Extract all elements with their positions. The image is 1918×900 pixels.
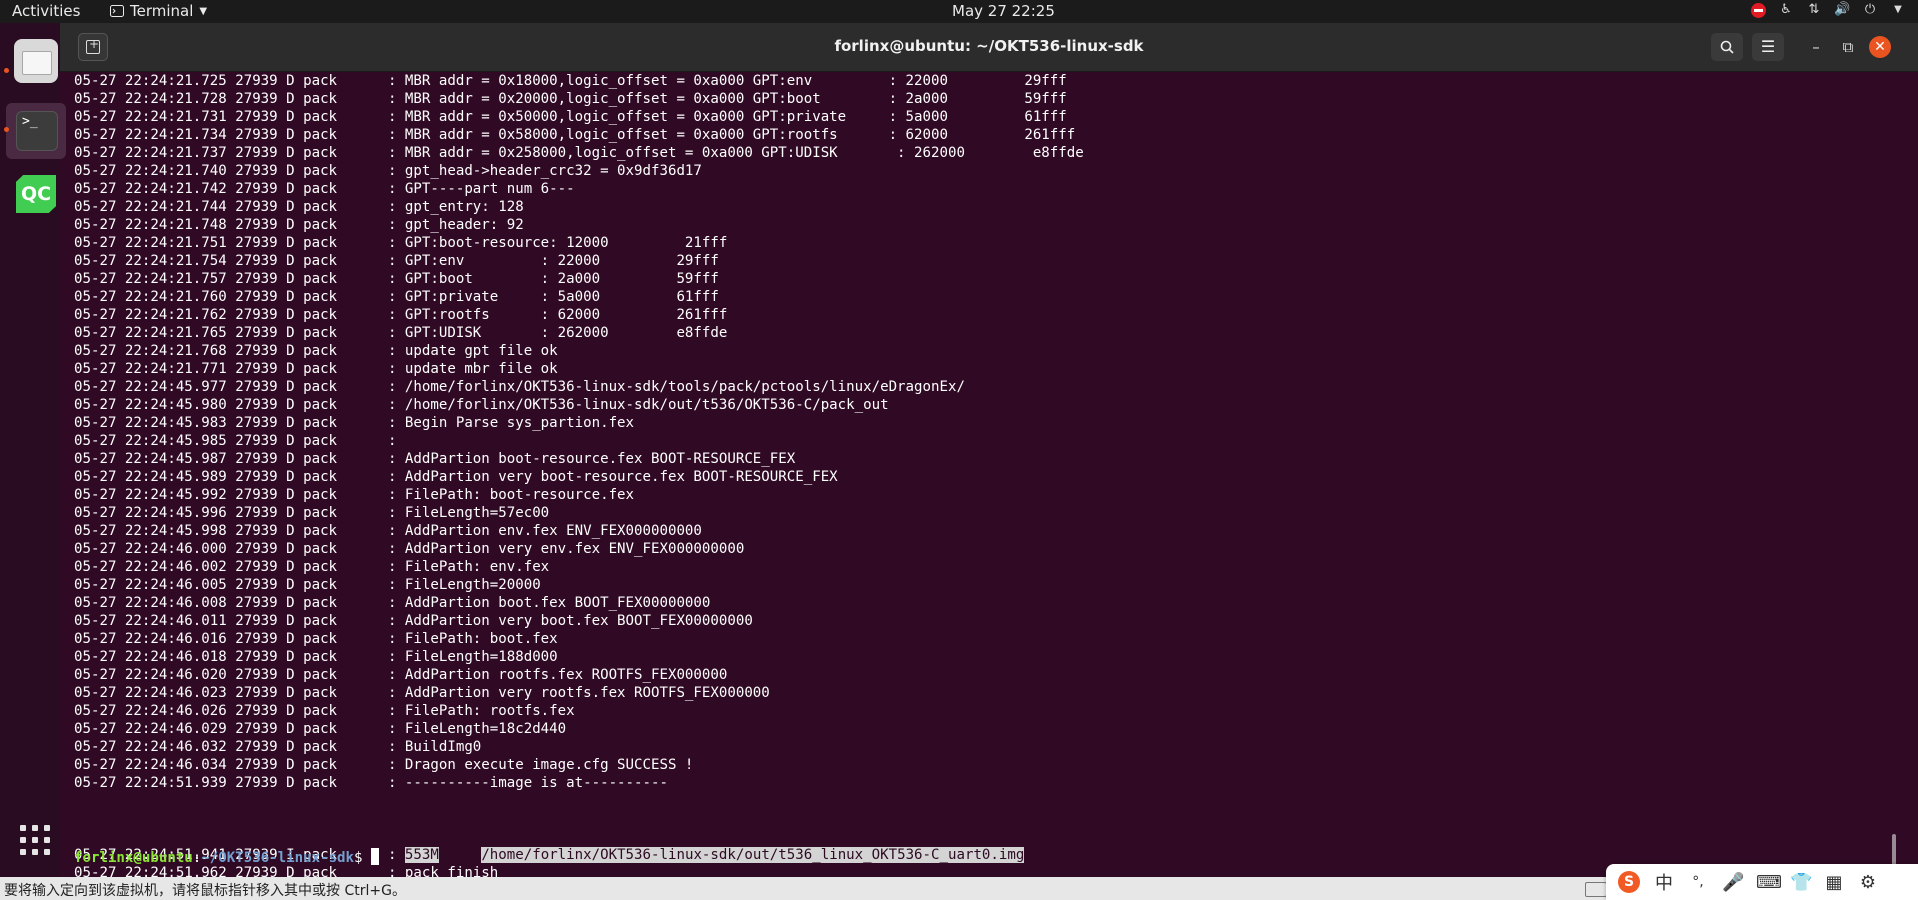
terminal-app-icon — [110, 5, 124, 17]
running-indicator — [4, 68, 9, 73]
running-indicator — [4, 127, 9, 132]
qt-creator-icon[interactable]: QC — [16, 175, 56, 213]
log-line: 05-27 22:24:21.748 27939 D pack : gpt_he… — [74, 217, 524, 233]
log-line: 05-27 22:24:21.742 27939 D pack : GPT---… — [74, 181, 575, 197]
log-line: 05-27 22:24:21.768 27939 D pack : update… — [74, 343, 558, 359]
show-applications-icon[interactable] — [20, 825, 50, 855]
system-tray[interactable]: ♿ ⇅ 🔊 ⏻ ▼ — [1751, 2, 1906, 18]
log-line: 05-27 22:24:21.740 27939 D pack : gpt_he… — [74, 163, 702, 179]
search-button[interactable] — [1711, 33, 1743, 61]
log-line: 05-27 22:24:21.751 27939 D pack : GPT:bo… — [74, 235, 728, 251]
restore-button[interactable]: ⧉ — [1838, 37, 1858, 57]
do-not-disturb-icon[interactable] — [1751, 2, 1766, 18]
log-line: 05-27 22:24:45.985 27939 D pack : — [74, 433, 397, 449]
shell-prompt[interactable]: forlinx@ubuntu:~/OKT536-linux-sdk$ — [74, 848, 380, 866]
app-menu[interactable]: Terminal ▼ — [110, 2, 207, 20]
microphone-icon[interactable]: 🎤 — [1722, 872, 1744, 893]
log-line: 05-27 22:24:51.939 27939 D pack : ------… — [74, 775, 668, 791]
chevron-down-icon: ▼ — [199, 5, 208, 17]
log-line: 05-27 22:24:21.762 27939 D pack : GPT:ro… — [74, 307, 728, 323]
log-line: 05-27 22:24:21.731 27939 D pack : MBR ad… — [74, 109, 1067, 125]
log-line: 05-27 22:24:46.026 27939 D pack : FilePa… — [74, 703, 575, 719]
log-line: 05-27 22:24:21.760 27939 D pack : GPT:pr… — [74, 289, 719, 305]
log-line: 05-27 22:24:46.011 27939 D pack : AddPar… — [74, 613, 753, 629]
terminal-icon: >_ — [16, 111, 58, 151]
chevron-down-icon[interactable]: ▼ — [1890, 2, 1906, 18]
clock[interactable]: May 27 22:25 — [952, 2, 1055, 20]
log-line: 05-27 22:24:21.737 27939 D pack : MBR ad… — [74, 145, 1084, 161]
log-line: 05-27 22:24:45.992 27939 D pack : FilePa… — [74, 487, 635, 503]
close-button[interactable]: ✕ — [1869, 36, 1891, 58]
log-line: 05-27 22:24:46.023 27939 D pack : AddPar… — [74, 685, 770, 701]
vm-status-icon[interactable] — [1585, 882, 1607, 897]
image-path: /home/forlinx/OKT536-linux-sdk/out/t536_… — [481, 847, 1025, 863]
log-line: 05-27 22:24:45.998 27939 D pack : AddPar… — [74, 523, 702, 539]
toolbox-icon[interactable]: ▦ — [1824, 872, 1844, 893]
log-line: 05-27 22:24:21.771 27939 D pack : update… — [74, 361, 558, 377]
log-line: 05-27 22:24:21.725 27939 D pack : MBR ad… — [74, 73, 1067, 89]
log-line: 05-27 22:24:45.987 27939 D pack : AddPar… — [74, 451, 796, 467]
top-bar: Activities Terminal ▼ May 27 22:25 ♿ ⇅ 🔊… — [0, 0, 1918, 23]
log-line: 05-27 22:24:46.005 27939 D pack : FileLe… — [74, 577, 541, 593]
log-line: 05-27 22:24:46.032 27939 D pack : BuildI… — [74, 739, 482, 755]
log-line: 05-27 22:24:46.008 27939 D pack : AddPar… — [74, 595, 711, 611]
prompt-symbol: $ — [354, 850, 372, 866]
terminal-headerbar: forlinx@ubuntu: ~/OKT536-linux-sdk ☰ – ⧉… — [60, 23, 1918, 72]
ime-language-toggle[interactable]: 中 — [1654, 869, 1674, 895]
app-menu-label: Terminal — [130, 2, 194, 20]
log-line: 05-27 22:24:21.744 27939 D pack : gpt_en… — [74, 199, 524, 215]
dock: >_ QC — [0, 23, 66, 900]
network-icon[interactable]: ⇅ — [1806, 2, 1822, 18]
settings-icon[interactable]: ⚙ — [1858, 872, 1878, 893]
search-icon — [1720, 40, 1734, 54]
log-line: 05-27 22:24:45.980 27939 D pack : /home/… — [74, 397, 889, 413]
accessibility-icon[interactable]: ♿ — [1778, 2, 1794, 18]
ime-toolbar[interactable]: S 中 °, 🎤 ⌨ 👕 ▦ ⚙ — [1606, 864, 1918, 900]
log-line: 05-27 22:24:21.757 27939 D pack : GPT:bo… — [74, 271, 719, 287]
volume-icon[interactable]: 🔊 — [1834, 2, 1850, 18]
log-line: 05-27 22:24:45.983 27939 D pack : Begin … — [74, 415, 635, 431]
log-line: 05-27 22:24:21.734 27939 D pack : MBR ad… — [74, 127, 1076, 143]
sogou-logo-icon[interactable]: S — [1618, 871, 1640, 893]
prompt-path: ~/OKT536-linux-sdk — [201, 850, 355, 866]
ime-punctuation-toggle[interactable]: °, — [1688, 874, 1708, 890]
log-line: 05-27 22:24:45.996 27939 D pack : FileLe… — [74, 505, 550, 521]
log-line: 05-27 22:24:46.002 27939 D pack : FilePa… — [74, 559, 550, 575]
vm-hint-text: 要将输入定向到该虚拟机，请将鼠标指针移入其中或按 Ctrl+G。 — [4, 883, 406, 899]
log-line: 05-27 22:24:45.989 27939 D pack : AddPar… — [74, 469, 838, 485]
log-line: 05-27 22:24:45.977 27939 D pack : /home/… — [74, 379, 965, 395]
log-line: 05-27 22:24:46.016 27939 D pack : FilePa… — [74, 631, 558, 647]
activities-button[interactable]: Activities — [12, 2, 80, 20]
skin-icon[interactable]: 👕 — [1790, 872, 1812, 893]
power-icon[interactable]: ⏻ — [1862, 2, 1878, 18]
hamburger-icon: ☰ — [1760, 37, 1776, 56]
files-icon[interactable] — [14, 39, 58, 83]
log-line: 05-27 22:24:46.018 27939 D pack : FileLe… — [74, 649, 558, 665]
image-size: 553M — [404, 847, 439, 863]
log-line: 05-27 22:24:46.029 27939 D pack : FileLe… — [74, 721, 567, 737]
terminal-output[interactable]: 05-27 22:24:21.725 27939 D pack : MBR ad… — [60, 72, 1900, 877]
minimize-button[interactable]: – — [1806, 37, 1826, 57]
prompt-user: forlinx@ubuntu — [74, 850, 193, 866]
log-line: 05-27 22:24:46.000 27939 D pack : AddPar… — [74, 541, 745, 557]
log-line: 05-27 22:24:21.765 27939 D pack : GPT:UD… — [74, 325, 728, 341]
log-line: 05-27 22:24:46.034 27939 D pack : Dragon… — [74, 757, 694, 773]
keyboard-icon[interactable]: ⌨ — [1756, 872, 1782, 893]
log-line: 05-27 22:24:21.728 27939 D pack : MBR ad… — [74, 91, 1067, 107]
log-line: 05-27 22:24:21.754 27939 D pack : GPT:en… — [74, 253, 719, 269]
log-line: 05-27 22:24:46.020 27939 D pack : AddPar… — [74, 667, 728, 683]
dock-item-terminal[interactable]: >_ — [6, 103, 66, 159]
window-title: forlinx@ubuntu: ~/OKT536-linux-sdk — [834, 37, 1144, 55]
menu-button[interactable]: ☰ — [1752, 33, 1784, 61]
text-cursor — [371, 848, 380, 865]
